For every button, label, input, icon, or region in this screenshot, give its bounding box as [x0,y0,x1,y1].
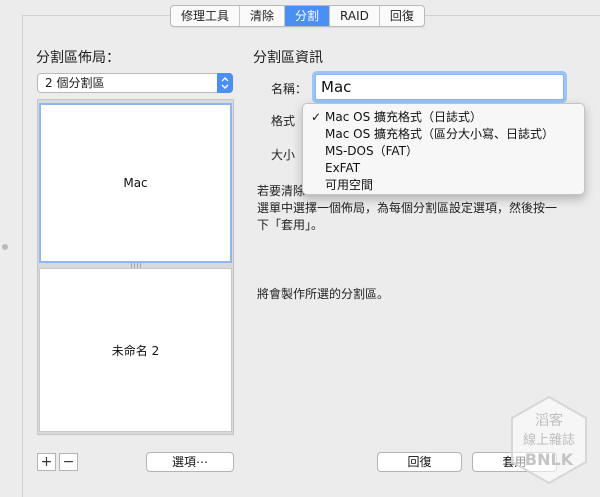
partition-label: 未命名 2 [111,343,160,358]
revert-button[interactable]: 回復 [377,452,462,472]
sidebar-resize-handle[interactable] [2,244,8,250]
add-partition-button[interactable]: + [37,453,56,471]
watermark-line2: 線上雜誌 [523,432,575,448]
tab-erase[interactable]: 清除 [240,6,286,26]
tab-bar: 修理工具 清除 分割 RAID 回復 [170,5,425,27]
tab-restore[interactable]: 回復 [380,6,424,26]
partition-label: Mac [123,176,148,190]
watermark-brand: BNLK [525,450,574,469]
menu-item-label: ExFAT [325,161,361,175]
tab-partition[interactable]: 分割 [285,6,331,26]
chevron-updown-icon [217,73,233,93]
menu-item-label: Mac OS 擴充格式（日誌式） [325,110,482,124]
name-label: 名稱： [271,82,308,96]
partition-mac[interactable]: Mac [39,103,232,263]
help-text-line2: 選單中選擇一個佈局，為每個分割區設定選項，然後按一 [257,201,558,215]
menu-item-label: 可用空間 [325,178,374,192]
name-input[interactable]: Mac [315,74,564,100]
menu-item-mac-os-extended-case-sensitive[interactable]: Mac OS 擴充格式（區分大小寫、日誌式） [303,126,584,143]
partition-layout-select[interactable]: 2 個分割區 [37,73,233,93]
partition-untitled-2[interactable]: 未命名 2 [39,268,232,432]
size-label: 大小 [271,148,296,162]
help-text-line1: 若要清除 [257,184,306,198]
menu-item-mac-os-extended-journaled[interactable]: ✓ Mac OS 擴充格式（日誌式） [303,109,584,126]
partition-diagram: Mac 未命名 2 [37,99,234,435]
plus-icon: + [40,454,53,470]
tab-raid[interactable]: RAID [330,6,380,26]
remove-partition-button[interactable]: − [59,453,78,471]
format-label: 格式 [271,114,296,128]
menu-item-ms-dos-fat[interactable]: MS-DOS（FAT） [303,143,584,160]
menu-item-free-space[interactable]: 可用空間 [303,177,584,194]
minus-icon: − [62,454,75,470]
tab-first-aid[interactable]: 修理工具 [171,6,241,26]
watermark-line1: 滔客 [535,412,563,429]
partition-layout-value: 2 個分割區 [45,76,105,90]
format-popup-menu: ✓ Mac OS 擴充格式（日誌式） Mac OS 擴充格式（區分大小寫、日誌式… [302,103,585,195]
menu-item-exfat[interactable]: ExFAT [303,160,584,177]
status-text: 將會製作所選的分割區。 [257,287,390,301]
menu-item-label: Mac OS 擴充格式（區分大小寫、日誌式） [325,127,554,141]
menu-item-label: MS-DOS（FAT） [325,144,419,158]
options-button[interactable]: 選項⋯ [146,452,234,472]
watermark-logo: 滔客 線上雜誌 BNLK [510,395,588,485]
help-text-line3: 下「套用」。 [257,218,324,232]
partition-info-title: 分割區資訊 [253,50,323,66]
partition-layout-title: 分割區佈局： [36,50,120,66]
checkmark-icon: ✓ [311,110,322,124]
